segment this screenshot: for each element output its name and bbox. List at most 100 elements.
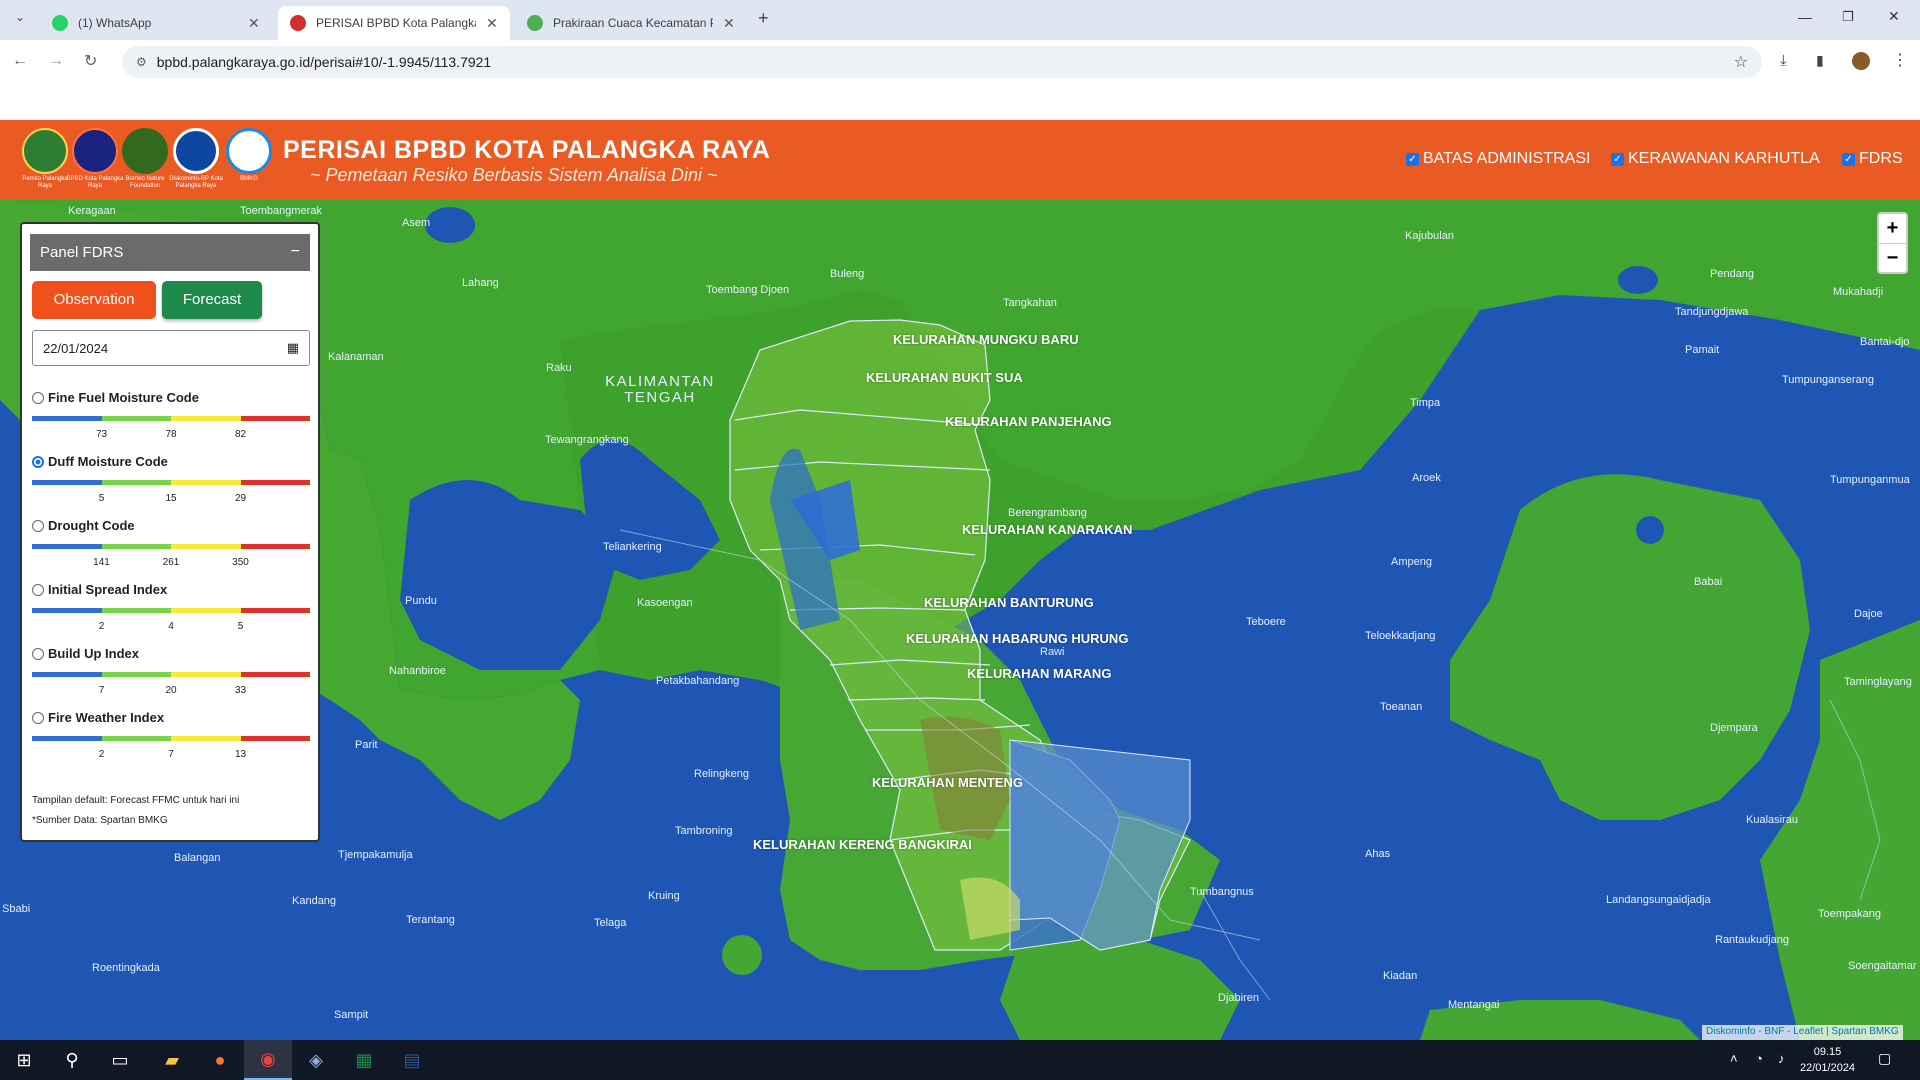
- whatsapp-icon: [52, 15, 68, 31]
- close-icon[interactable]: ✕: [248, 15, 260, 32]
- place-label: Petakbahandang: [656, 675, 740, 687]
- layer-batas-administrasi[interactable]: ✓ BATAS ADMINISTRASI: [1406, 150, 1590, 168]
- index-drought-code[interactable]: Drought Code 141 261 350: [32, 518, 310, 571]
- radio-button[interactable]: [32, 391, 44, 404]
- place-label: Toembangmerak: [240, 205, 322, 217]
- minimize-panel-button[interactable]: −: [291, 243, 300, 261]
- place-label: Pamait: [1685, 344, 1720, 356]
- scale-tick: 78: [165, 429, 177, 440]
- forecast-button[interactable]: Forecast: [162, 281, 262, 319]
- kelurahan-label[interactable]: KELURAHAN HABARUNG HURUNG: [906, 631, 1128, 646]
- place-label: Keragaan: [68, 205, 116, 217]
- tab-prakiraan[interactable]: Prakiraan Cuaca Kecamatan Pa ✕: [515, 6, 747, 40]
- index-duff-moisture-code[interactable]: Duff Moisture Code 5 15 29: [32, 454, 310, 507]
- index-label: Drought Code: [48, 518, 135, 533]
- close-icon[interactable]: ✕: [723, 15, 735, 32]
- kelurahan-label[interactable]: KELURAHAN MENTENG: [872, 775, 1023, 790]
- radio-button[interactable]: [32, 519, 44, 532]
- reload-icon[interactable]: ↻: [84, 51, 97, 71]
- kelurahan-label[interactable]: KELURAHAN PANJEHANG: [945, 414, 1112, 429]
- checkbox-checked-icon[interactable]: ✓: [1406, 152, 1419, 166]
- back-icon[interactable]: ←: [12, 52, 28, 70]
- close-window-icon[interactable]: ✕: [1888, 8, 1900, 25]
- forward-icon[interactable]: →: [48, 52, 64, 70]
- place-label: Kalanaman: [328, 351, 384, 363]
- index-fire-weather-index[interactable]: Fire Weather Index 2 7 13: [32, 710, 310, 763]
- place-label: Taminglayang: [1844, 676, 1912, 688]
- place-label: Tambroning: [675, 825, 733, 837]
- index-label: Build Up Index: [48, 646, 139, 661]
- file-explorer-icon[interactable]: ▰: [148, 1040, 196, 1080]
- place-label: Roentingkada: [92, 962, 160, 974]
- place-label: Balangan: [174, 852, 221, 864]
- network-icon[interactable]: ◔: [1755, 1051, 1763, 1066]
- index-initial-spread-index[interactable]: Initial Spread Index 2 4 5: [32, 582, 310, 635]
- download-icon[interactable]: ⤓: [1780, 52, 1787, 69]
- place-label: Mentangai: [1448, 999, 1500, 1011]
- tray-chevron-icon[interactable]: ˄: [1730, 1051, 1738, 1066]
- new-tab-icon[interactable]: +: [758, 8, 769, 29]
- layer-kerawanan-karhutla[interactable]: ✓ KERAWANAN KARHUTLA: [1611, 150, 1820, 168]
- word-icon[interactable]: ▤: [388, 1040, 436, 1080]
- search-icon[interactable]: ⚲: [48, 1040, 96, 1080]
- date-input[interactable]: 22/01/2024 ▦: [32, 330, 310, 366]
- url-field[interactable]: ⚙ bpbd.palangkaraya.go.id/perisai#10/-1.…: [122, 46, 1762, 78]
- place-label: Tandjungdjawa: [1675, 306, 1749, 318]
- radio-button[interactable]: [32, 647, 44, 660]
- logo-caption: BMKG: [240, 176, 258, 182]
- panel-note-default: Tampilan default: Forecast FFMC untuk ha…: [32, 795, 240, 806]
- kelurahan-label[interactable]: KELURAHAN KERENG BANGKIRAI: [753, 837, 972, 852]
- map-attribution[interactable]: Diskominfo - BNF - Leaflet | Spartan BMK…: [1702, 1025, 1903, 1040]
- calendar-icon[interactable]: ▦: [287, 340, 299, 356]
- observation-button[interactable]: Observation: [32, 281, 156, 319]
- zoom-in-button[interactable]: +: [1879, 214, 1906, 243]
- tab-title: (1) WhatsApp: [78, 16, 152, 30]
- restore-window-icon[interactable]: ❐: [1842, 9, 1854, 25]
- kelurahan-label[interactable]: KELURAHAN KANARAKAN: [962, 522, 1132, 537]
- menu-dots-icon[interactable]: ⋮: [1892, 50, 1908, 70]
- zoom-out-button[interactable]: −: [1879, 243, 1906, 272]
- place-label: Ahas: [1365, 848, 1391, 860]
- index-fine-fuel-moisture-code[interactable]: Fine Fuel Moisture Code 73 78 82: [32, 390, 310, 443]
- windows-start-icon[interactable]: ⊞: [0, 1040, 48, 1080]
- notification-icon[interactable]: ▢: [1878, 1050, 1891, 1067]
- excel-icon[interactable]: ▦: [340, 1040, 388, 1080]
- layer-fdrs[interactable]: ✓ FDRS: [1842, 150, 1903, 168]
- app-icon[interactable]: ◈: [292, 1040, 340, 1080]
- scale-tick: 141: [93, 557, 110, 568]
- region-label: KALIMANTAN TENGAH: [605, 373, 715, 406]
- radio-button[interactable]: [32, 711, 44, 724]
- volume-icon[interactable]: ♪: [1778, 1051, 1785, 1066]
- bmkg-icon: [527, 15, 543, 31]
- tab-whatsapp[interactable]: (1) WhatsApp ✕: [40, 6, 272, 40]
- clock-time: 09.15: [1813, 1046, 1842, 1058]
- kelurahan-label[interactable]: KELURAHAN MARANG: [967, 666, 1111, 681]
- checkbox-checked-icon[interactable]: ✓: [1611, 152, 1624, 166]
- radio-button-selected[interactable]: [32, 455, 44, 468]
- firefox-icon[interactable]: ●: [196, 1040, 244, 1080]
- kelurahan-label[interactable]: KELURAHAN MUNGKU BARU: [893, 332, 1079, 347]
- minimize-window-icon[interactable]: —: [1798, 9, 1812, 25]
- radio-button[interactable]: [32, 583, 44, 596]
- index-build-up-index[interactable]: Build Up Index 7 20 33: [32, 646, 310, 699]
- kelurahan-label[interactable]: KELURAHAN BUKIT SUA: [866, 370, 1023, 385]
- scale-tick: 73: [95, 429, 108, 440]
- side-panel-icon[interactable]: ▮: [1816, 52, 1824, 69]
- kelurahan-label[interactable]: KELURAHAN BANTURUNG: [924, 595, 1094, 610]
- tab-perisai[interactable]: PERISAI BPBD Kota Palangka Ra ✕: [278, 6, 510, 40]
- checkbox-checked-icon[interactable]: ✓: [1842, 152, 1855, 166]
- place-label: Mukahadji: [1833, 286, 1884, 298]
- site-info-icon[interactable]: ⚙: [136, 55, 147, 69]
- pemko-logo: [22, 128, 68, 174]
- chrome-icon[interactable]: ◉: [244, 1040, 292, 1080]
- bookmark-star-icon[interactable]: ☆: [1734, 52, 1748, 72]
- tab-search-icon[interactable]: ⌄: [10, 10, 30, 30]
- profile-avatar[interactable]: [1852, 52, 1870, 70]
- close-icon[interactable]: ✕: [486, 15, 498, 32]
- task-view-icon[interactable]: ▭: [96, 1040, 144, 1080]
- system-clock[interactable]: 09.15 22/01/2024: [1800, 1044, 1855, 1076]
- scale-tick: 2: [98, 621, 105, 632]
- bmkg-logo: [226, 128, 272, 174]
- place-label: Aroek: [1412, 472, 1441, 484]
- index-label: Duff Moisture Code: [48, 454, 168, 469]
